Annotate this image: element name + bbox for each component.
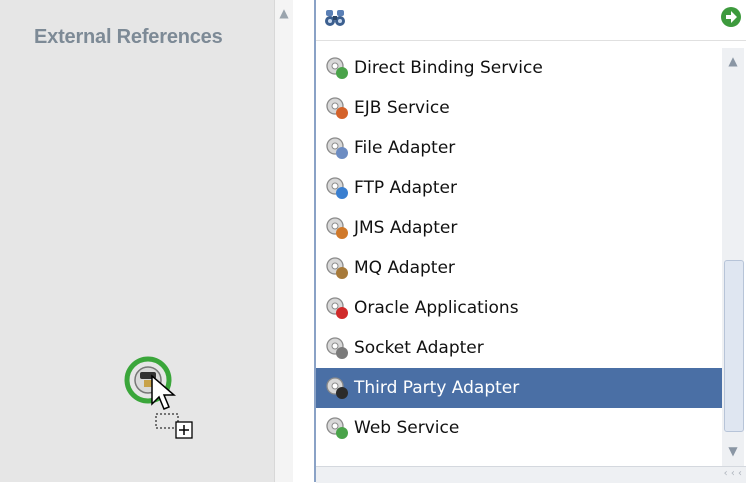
socket-adapter-icon <box>326 337 348 359</box>
palette-item-label: Oracle Applications <box>354 298 519 318</box>
palette-item[interactable]: Socket Adapter <box>316 328 726 368</box>
palette-item[interactable]: FTP Adapter <box>316 168 726 208</box>
scroll-up-arrow-icon[interactable]: ▲ <box>725 54 741 68</box>
jms-adapter-icon <box>326 217 348 239</box>
palette-item[interactable]: Direct Binding Service <box>316 48 726 88</box>
binoculars-icon[interactable] <box>324 6 346 28</box>
lane-title: External References <box>34 26 223 48</box>
external-references-lane[interactable]: External References <box>0 0 275 482</box>
palette-item-label: Third Party Adapter <box>354 378 520 398</box>
palette-item-label: Socket Adapter <box>354 338 484 358</box>
palette-item[interactable]: MQ Adapter <box>316 248 726 288</box>
palette-item[interactable]: Third Party Adapter <box>316 368 726 408</box>
divider <box>293 0 314 482</box>
palette-item[interactable]: EJB Service <box>316 88 726 128</box>
drag-cursor-icon <box>151 374 193 439</box>
palette-item-label: File Adapter <box>354 138 456 158</box>
horizontal-scrollbar[interactable]: ‹ ‹ ‹ <box>316 466 746 483</box>
palette-item-label: Direct Binding Service <box>354 58 543 78</box>
palette-item[interactable]: JMS Adapter <box>316 208 726 248</box>
palette-item-label: JMS Adapter <box>354 218 458 238</box>
third-party-adapter-icon <box>326 377 348 399</box>
palette-scrollbar[interactable]: ▲ ▼ <box>722 48 744 466</box>
lane-scrollbar[interactable]: ▲ <box>274 0 293 482</box>
palette-item[interactable]: Oracle Applications <box>316 288 726 328</box>
palette-item-label: Web Service <box>354 418 460 438</box>
direct-binding-icon <box>326 57 348 79</box>
scroll-grip-icon: ‹ ‹ ‹ <box>723 468 742 479</box>
web-service-icon <box>326 417 348 439</box>
file-adapter-icon <box>326 137 348 159</box>
palette-search-bar[interactable] <box>316 0 746 41</box>
component-palette: Direct Binding Service EJB Service File Ad… <box>314 0 746 483</box>
oracle-applications-icon <box>326 297 348 319</box>
go-arrow-icon[interactable] <box>720 6 742 28</box>
scroll-thumb[interactable] <box>724 260 744 432</box>
palette-item-label: MQ Adapter <box>354 258 455 278</box>
palette-item[interactable]: Web Service <box>316 408 726 448</box>
palette-item-list: Direct Binding Service EJB Service File Ad… <box>316 48 726 448</box>
scroll-up-arrow-icon[interactable]: ▲ <box>277 6 291 20</box>
palette-item-label: FTP Adapter <box>354 178 457 198</box>
ftp-adapter-icon <box>326 177 348 199</box>
mq-adapter-icon <box>326 257 348 279</box>
palette-item[interactable]: File Adapter <box>316 128 726 168</box>
palette-item-label: EJB Service <box>354 98 450 118</box>
ejb-service-icon <box>326 97 348 119</box>
scroll-down-arrow-icon[interactable]: ▼ <box>725 444 741 458</box>
